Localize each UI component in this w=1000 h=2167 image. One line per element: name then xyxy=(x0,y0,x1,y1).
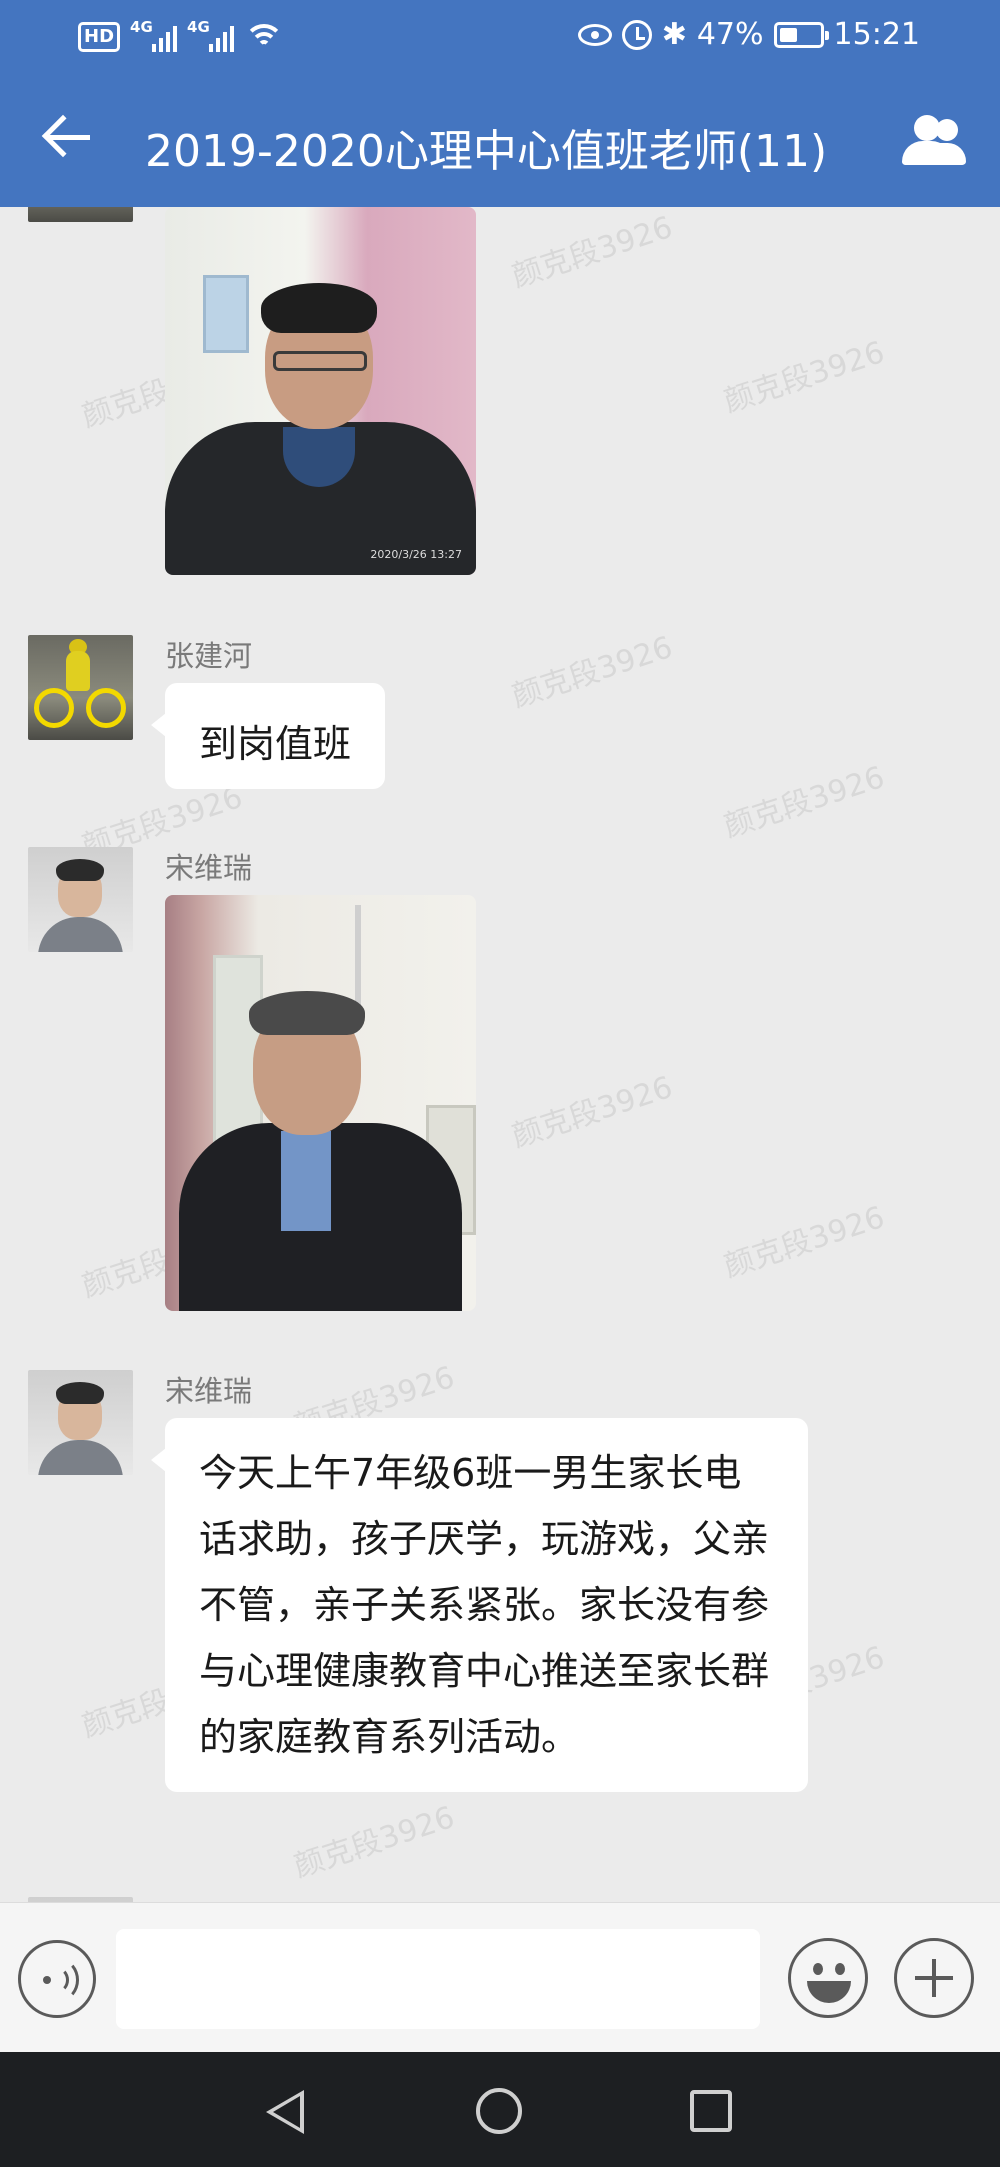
square-recents-icon[interactable] xyxy=(690,2090,732,2132)
photo-timestamp: 2020/3/26 13:27 xyxy=(370,548,462,561)
input-bar xyxy=(0,1902,1000,2052)
circle-home-icon[interactable] xyxy=(476,2088,522,2134)
top-bar: HD 4G 4G ✱ 47% 15:21 2019-2020心理中心值班老师(1… xyxy=(0,0,1000,207)
watermark: 颜克段3926 xyxy=(507,209,677,295)
sender-name: 宋维瑞 xyxy=(165,851,253,885)
text-message[interactable]: 今天上午7年级6班一男生家长电话求助，孩子厌学，玩游戏，父亲不管，亲子关系紧张。… xyxy=(151,1418,808,1792)
chat-title: 2019-2020心理中心值班老师(11) xyxy=(145,126,828,177)
watermark: 颜克段3926 xyxy=(719,334,889,420)
cellular-signal-2-icon: 4G xyxy=(187,18,235,52)
avatar[interactable] xyxy=(28,635,133,740)
battery-icon xyxy=(773,21,829,48)
alarm-icon xyxy=(621,19,652,50)
network-type-label-2: 4G xyxy=(187,18,210,36)
message-input[interactable] xyxy=(116,1929,760,2029)
cellular-signal-icon: 4G xyxy=(130,18,178,52)
chat-area[interactable]: 颜克段3926 颜克段3926 颜克段3926 颜克段3926 颜克段3926 … xyxy=(0,207,1000,1902)
emoji-icon[interactable] xyxy=(788,1938,868,2018)
watermark: 颜克段3926 xyxy=(507,1069,677,1155)
avatar[interactable] xyxy=(28,1370,133,1475)
title-bar: 2019-2020心理中心值班老师(11) xyxy=(0,75,1000,207)
triangle-back-icon[interactable] xyxy=(266,2090,304,2134)
voice-icon[interactable] xyxy=(18,1940,96,2018)
eye-comfort-icon xyxy=(577,23,612,46)
avatar[interactable] xyxy=(28,207,133,222)
status-bar: HD 4G 4G ✱ 47% 15:21 xyxy=(0,0,1000,75)
hd-voice-icon: HD xyxy=(78,22,121,52)
watermark: 颜克段3926 xyxy=(719,1199,889,1285)
battery-fill xyxy=(779,27,798,42)
group-members-icon[interactable] xyxy=(900,115,966,167)
image-message[interactable] xyxy=(165,895,476,1311)
avatar[interactable] xyxy=(28,847,133,952)
sender-name: 张建河 xyxy=(165,639,253,673)
bluetooth-icon: ✱ xyxy=(661,16,687,52)
text-message[interactable]: 到岗值班 xyxy=(150,683,386,789)
network-type-label: 4G xyxy=(130,18,153,36)
battery-percent: 47% xyxy=(696,17,764,52)
sender-name: 宋维瑞 xyxy=(165,1374,253,1408)
back-arrow-icon[interactable] xyxy=(41,113,92,163)
watermark: 颜克段3926 xyxy=(507,629,677,715)
image-message[interactable]: 2020/3/26 13:27 xyxy=(165,207,476,575)
watermark: 颜克段3926 xyxy=(719,759,889,845)
wifi-icon xyxy=(244,20,285,54)
watermark: 颜克段3926 xyxy=(289,1799,459,1885)
system-nav-bar xyxy=(0,2052,1000,2167)
plus-icon[interactable] xyxy=(894,1938,974,2018)
clock: 15:21 xyxy=(833,17,920,52)
